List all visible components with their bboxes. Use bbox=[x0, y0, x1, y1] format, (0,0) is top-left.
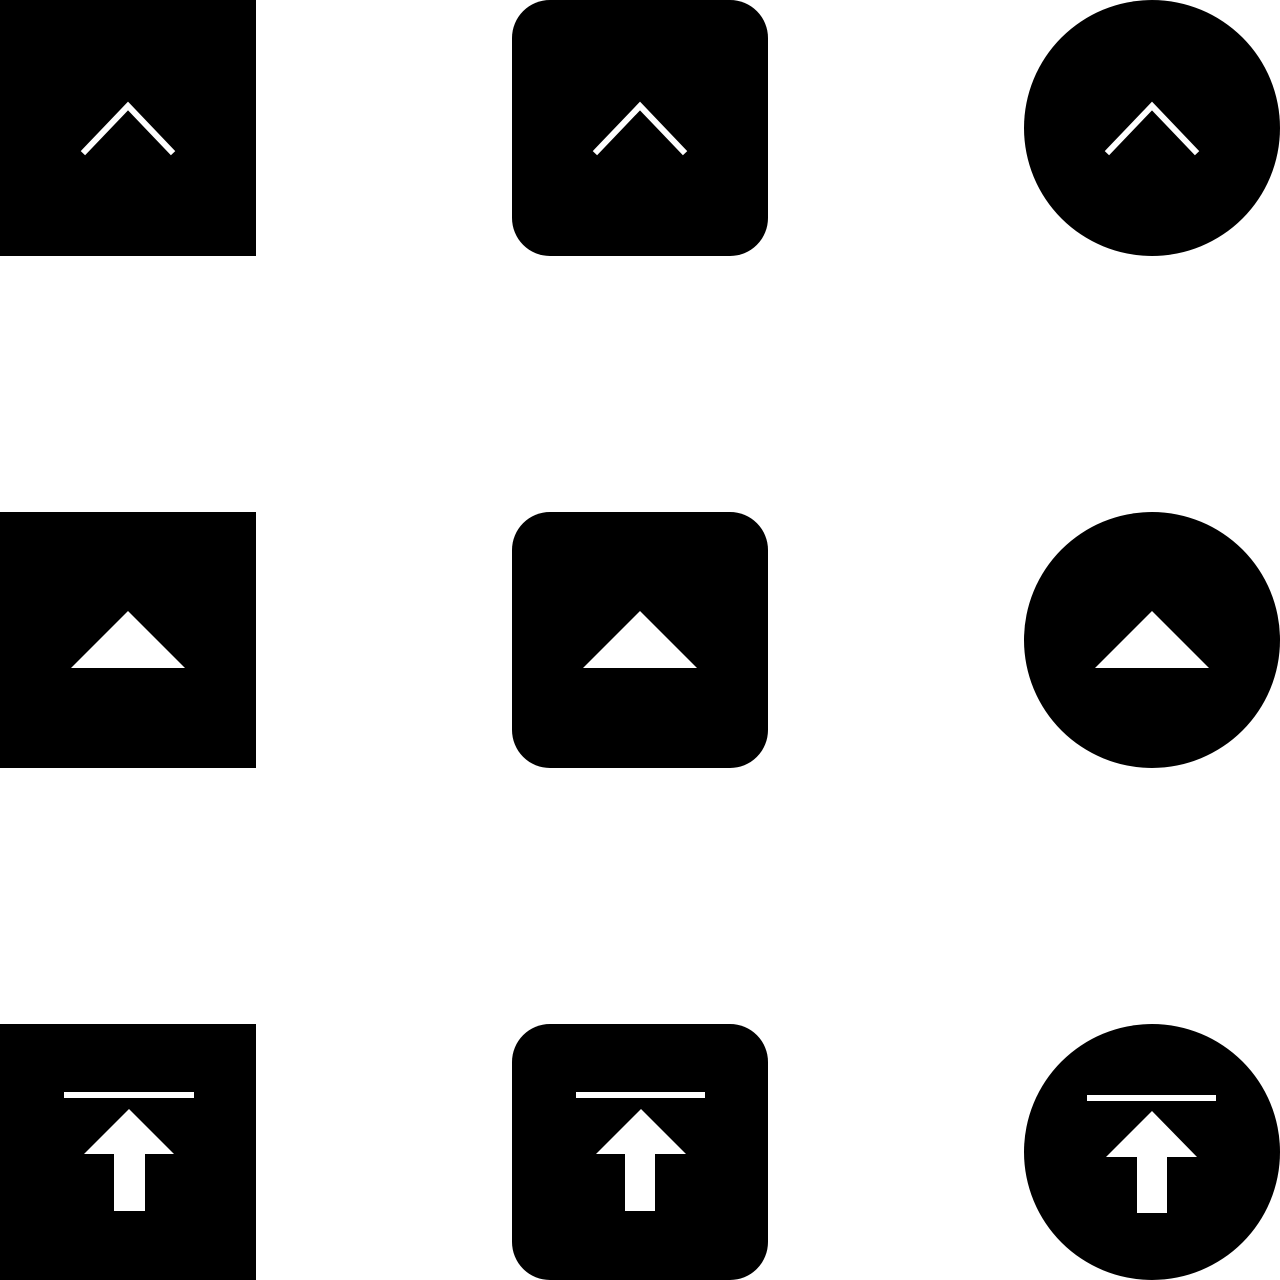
arrow-up-to-line-square-tile[interactable] bbox=[0, 1024, 256, 1280]
chevron-up-square-tile[interactable] bbox=[0, 0, 256, 256]
triangle-up-icon bbox=[71, 611, 185, 668]
arrow-up-to-line-icon bbox=[64, 1092, 194, 1211]
triangle-up-square-tile[interactable] bbox=[0, 512, 256, 768]
chevron-up-icon bbox=[592, 101, 688, 156]
chevron-up-rounded-tile[interactable] bbox=[512, 0, 768, 256]
chevron-up-icon bbox=[1104, 101, 1200, 156]
triangle-up-icon bbox=[583, 611, 697, 668]
triangle-up-rounded-tile[interactable] bbox=[512, 512, 768, 768]
triangle-up-circle-tile[interactable] bbox=[1024, 512, 1280, 768]
chevron-up-icon bbox=[80, 101, 176, 156]
arrow-up-to-line-icon bbox=[576, 1092, 705, 1211]
arrow-up-to-line-rounded-tile[interactable] bbox=[512, 1024, 768, 1280]
chevron-up-circle-tile[interactable] bbox=[1024, 0, 1280, 256]
arrow-up-to-line-icon bbox=[1087, 1095, 1216, 1213]
triangle-up-icon bbox=[1095, 611, 1209, 668]
arrow-up-to-line-circle-tile[interactable] bbox=[1024, 1024, 1280, 1280]
